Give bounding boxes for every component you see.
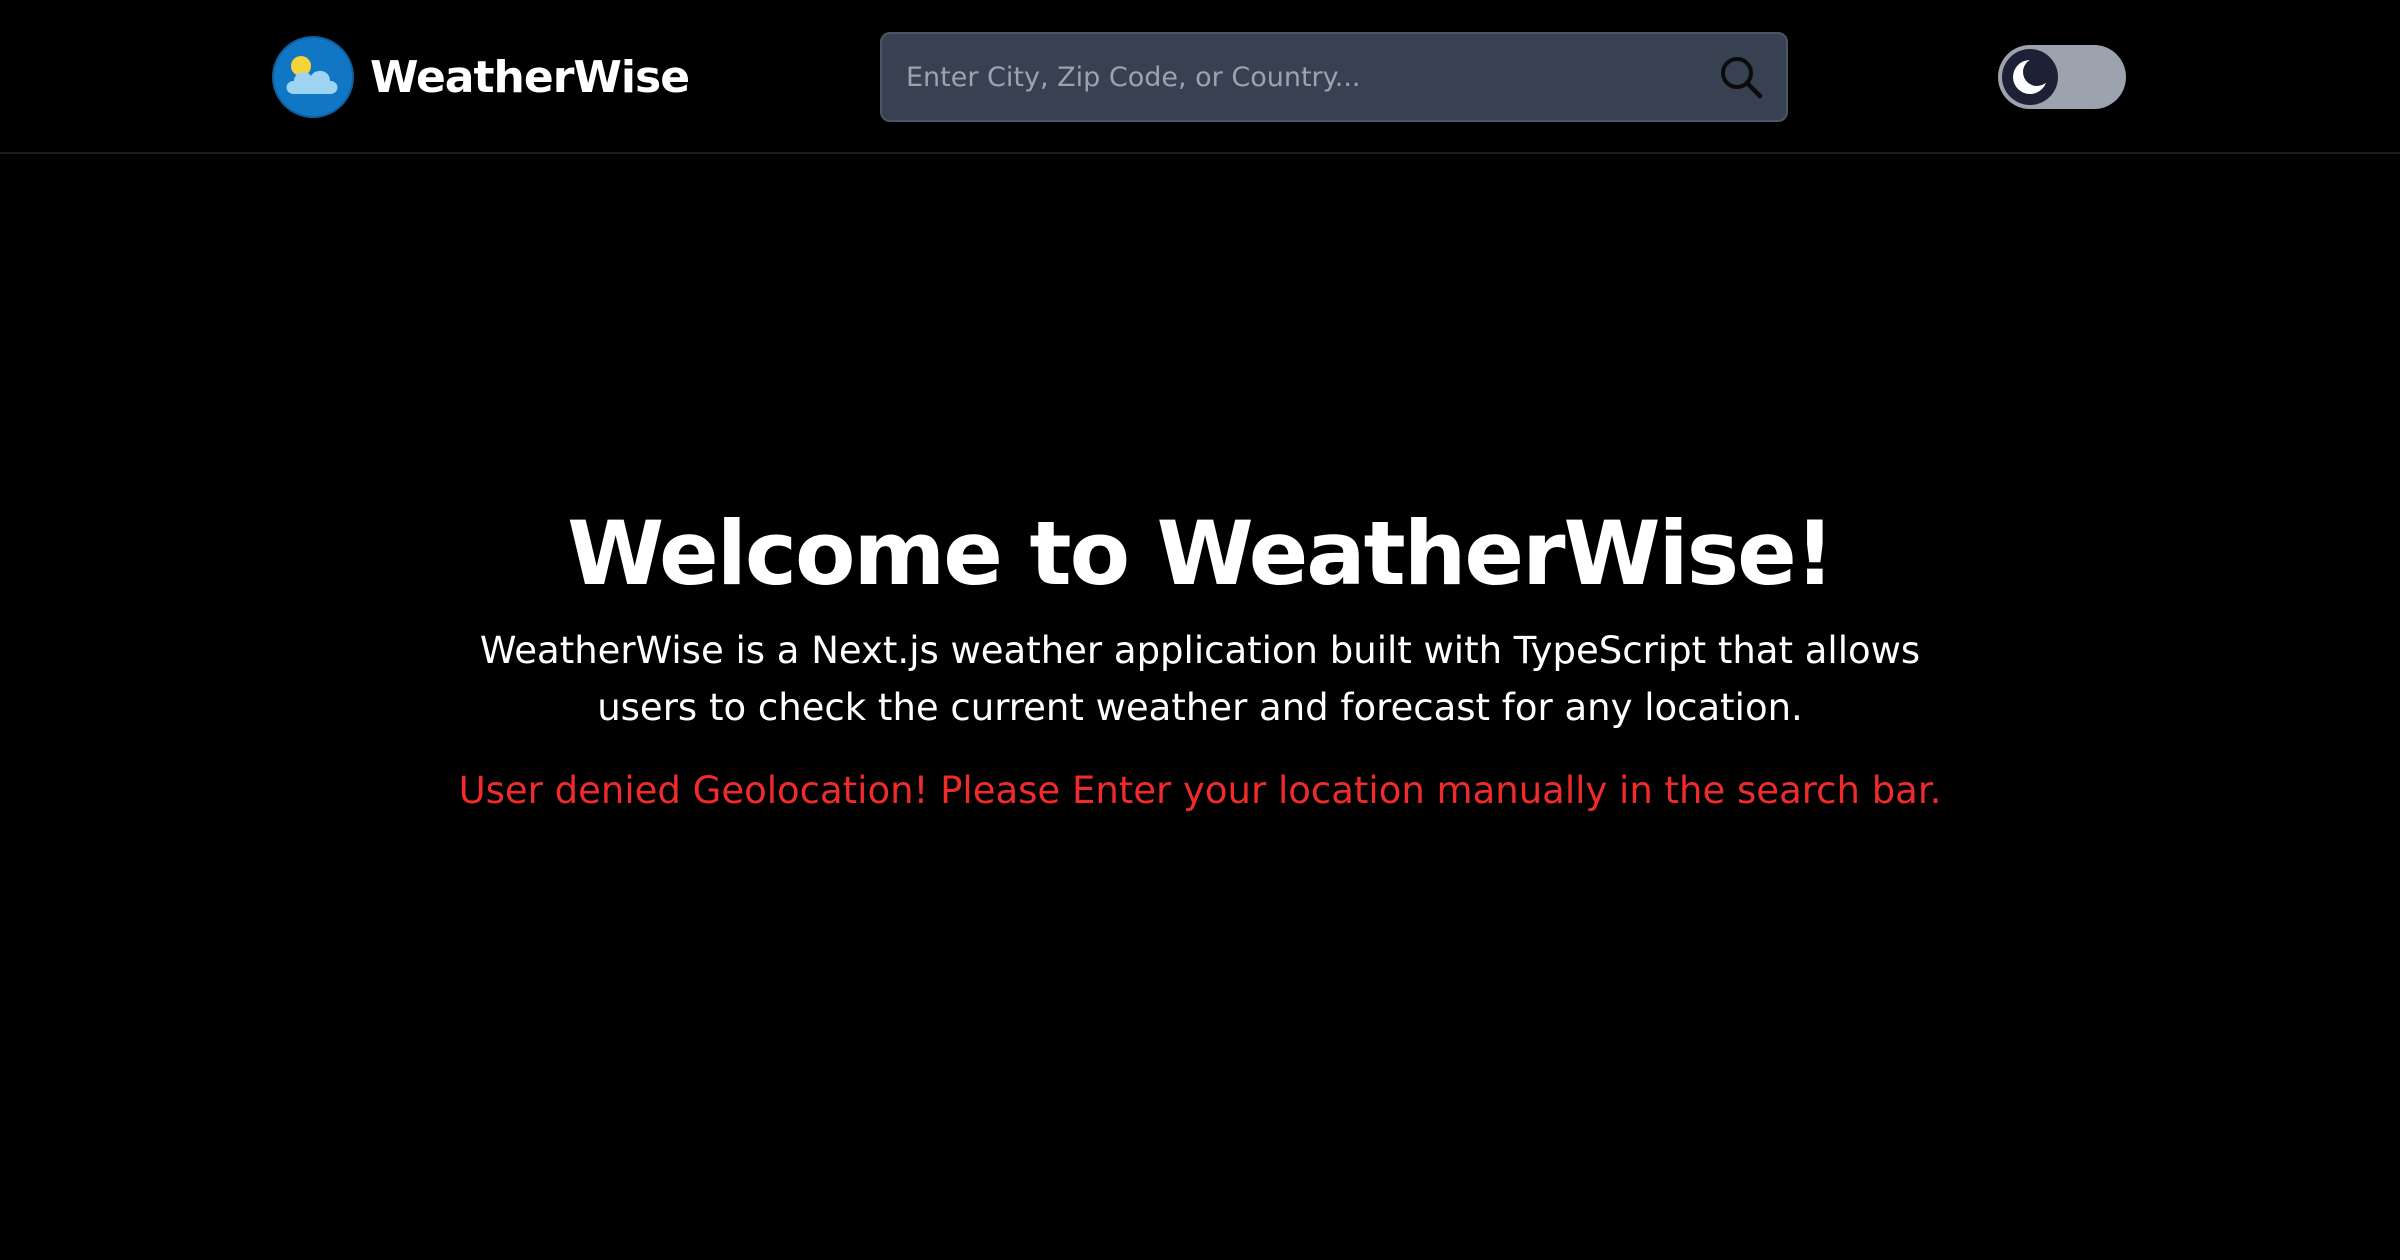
app-page: WeatherWise Welcome to WeatherWise! Weat… xyxy=(0,0,2400,1260)
search-bar xyxy=(880,32,1788,122)
top-navbar: WeatherWise xyxy=(0,0,2400,154)
search-button[interactable] xyxy=(1710,46,1772,108)
sun-cloud-logo-icon xyxy=(272,36,354,118)
theme-toggle[interactable] xyxy=(1998,45,2126,109)
geolocation-error-message: User denied Geolocation! Please Enter yo… xyxy=(458,769,1942,812)
welcome-section: Welcome to WeatherWise! WeatherWise is a… xyxy=(0,496,2400,819)
search-input[interactable] xyxy=(882,34,1712,120)
app-description: WeatherWise is a Next.js weather applica… xyxy=(479,629,1921,729)
brand-name: WeatherWise xyxy=(370,51,690,103)
toggle-knob xyxy=(2002,49,2058,105)
brand[interactable]: WeatherWise xyxy=(272,36,690,118)
page-title: Welcome to WeatherWise! xyxy=(567,502,1835,605)
search-icon xyxy=(1721,57,1763,99)
moon-icon xyxy=(2013,58,2051,94)
